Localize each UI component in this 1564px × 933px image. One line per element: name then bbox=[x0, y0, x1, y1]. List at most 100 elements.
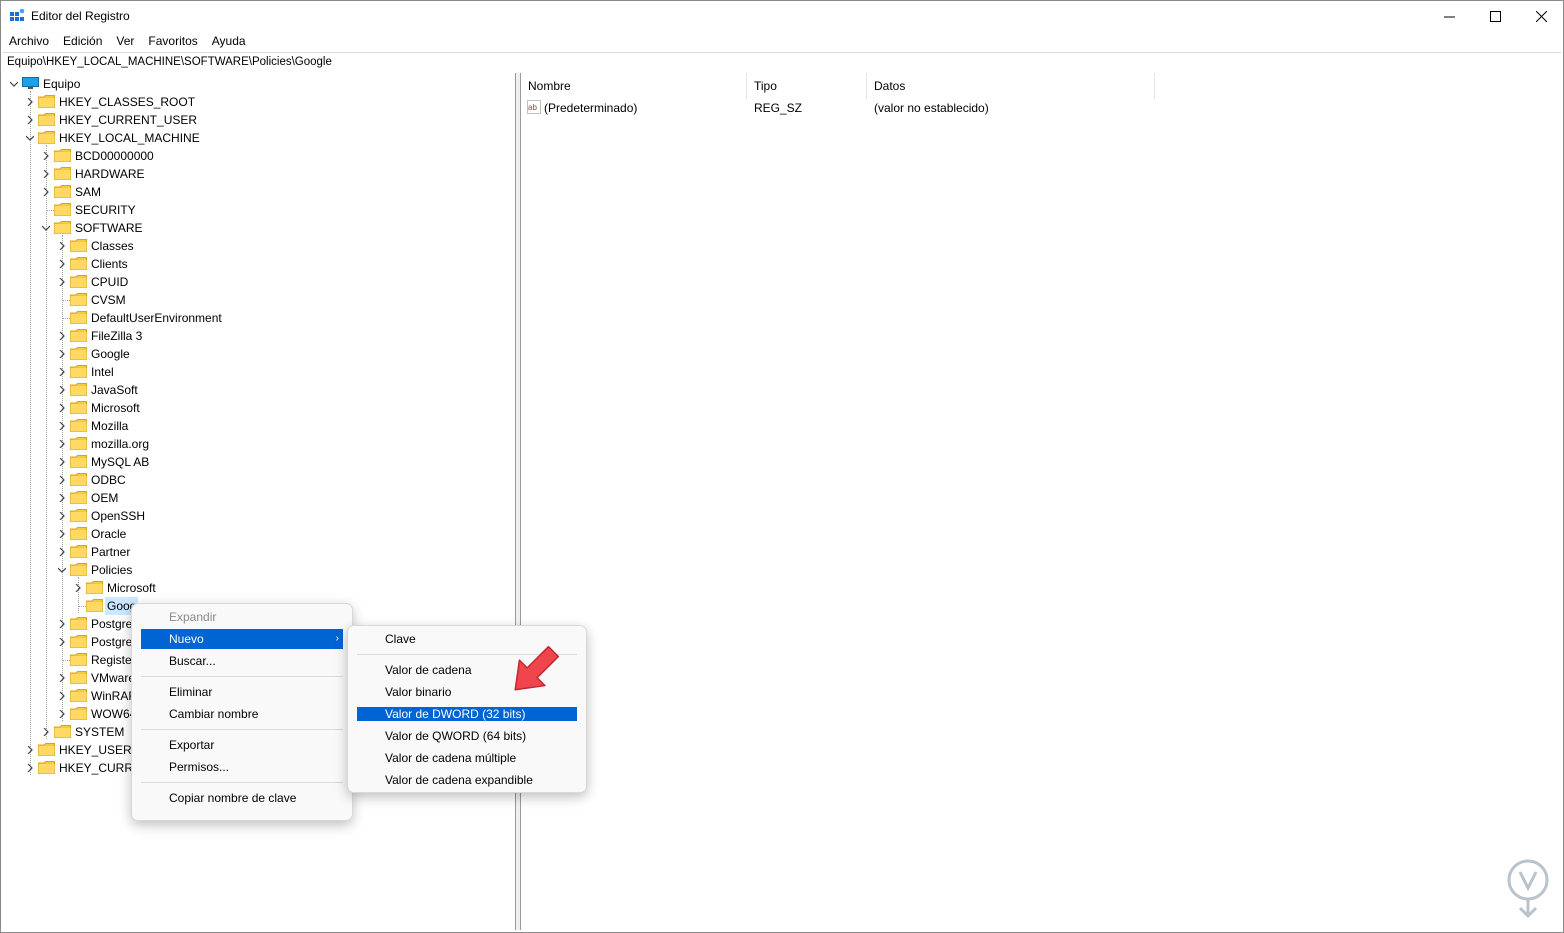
tree-item-software[interactable]: Classes bbox=[3, 237, 513, 255]
chevron-right-icon[interactable] bbox=[56, 327, 68, 345]
chevron-right-icon[interactable] bbox=[56, 273, 68, 291]
tree-item-hklm[interactable]: SAM bbox=[3, 183, 513, 201]
menu-item-expand[interactable]: Expandir bbox=[169, 607, 216, 627]
menu-item-permissions[interactable]: Permisos... bbox=[169, 757, 229, 777]
chevron-right-icon[interactable] bbox=[56, 435, 68, 453]
tree-item-software[interactable]: Policies bbox=[3, 561, 513, 579]
menu-item-delete[interactable]: Eliminar bbox=[169, 682, 212, 702]
chevron-right-icon[interactable] bbox=[56, 345, 68, 363]
tree-item-hklm[interactable]: BCD00000000 bbox=[3, 147, 513, 165]
chevron-right-icon[interactable] bbox=[56, 507, 68, 525]
tree-item-software[interactable]: MySQL AB bbox=[3, 453, 513, 471]
tree-item-label: SYSTEM bbox=[75, 725, 125, 739]
menu-edicion[interactable]: Edición bbox=[55, 32, 102, 52]
chevron-right-icon[interactable] bbox=[24, 759, 36, 777]
tree-item-hklm[interactable]: SOFTWARE bbox=[3, 219, 513, 237]
chevron-right-icon[interactable] bbox=[56, 381, 68, 399]
tree-item-software[interactable]: OpenSSH bbox=[3, 507, 513, 525]
tree-item-software[interactable]: Google bbox=[3, 345, 513, 363]
chevron-right-icon[interactable] bbox=[40, 183, 52, 201]
chevron-down-icon[interactable] bbox=[8, 75, 20, 93]
menu-item-find[interactable]: Buscar... bbox=[169, 651, 216, 671]
tree-item-hklm[interactable]: SECURITY bbox=[3, 201, 513, 219]
submenu-item-binary[interactable]: Valor binario bbox=[385, 682, 451, 702]
tree-item-software[interactable]: DefaultUserEnvironment bbox=[3, 309, 513, 327]
submenu-item-key[interactable]: Clave bbox=[385, 629, 416, 649]
chevron-right-icon[interactable] bbox=[56, 471, 68, 489]
address-bar[interactable]: Equipo\HKEY_LOCAL_MACHINE\SOFTWARE\Polic… bbox=[3, 52, 1561, 74]
tree-item-software[interactable]: Oracle bbox=[3, 525, 513, 543]
close-button[interactable] bbox=[1518, 1, 1564, 32]
column-header-data[interactable]: Datos bbox=[867, 73, 1155, 99]
values-pane[interactable]: Nombre Tipo Datos ab (Predeterminado) RE… bbox=[521, 73, 1562, 930]
tree-item-equipo[interactable]: Equipo bbox=[3, 75, 513, 93]
folder-icon bbox=[70, 275, 87, 288]
chevron-right-icon[interactable] bbox=[56, 687, 68, 705]
chevron-right-icon[interactable] bbox=[56, 399, 68, 417]
tree-item-hkey-classes-root[interactable]: HKEY_CLASSES_ROOT bbox=[3, 93, 513, 111]
menu-ver[interactable]: Ver bbox=[108, 32, 134, 52]
chevron-right-icon[interactable] bbox=[56, 615, 68, 633]
menu-item-rename[interactable]: Cambiar nombre bbox=[169, 704, 258, 724]
tree-item-software[interactable]: OEM bbox=[3, 489, 513, 507]
chevron-down-icon[interactable] bbox=[56, 561, 68, 579]
submenu-item-multi-string[interactable]: Valor de cadena múltiple bbox=[385, 748, 516, 768]
submenu-item-expand-string[interactable]: Valor de cadena expandible bbox=[385, 770, 533, 790]
chevron-right-icon[interactable] bbox=[40, 147, 52, 165]
tree-item-software[interactable]: FileZilla 3 bbox=[3, 327, 513, 345]
tree-item-hkey-current-user[interactable]: HKEY_CURRENT_USER bbox=[3, 111, 513, 129]
menu-archivo[interactable]: Archivo bbox=[1, 32, 49, 52]
tree-item-software[interactable]: Mozilla bbox=[3, 417, 513, 435]
folder-icon bbox=[70, 455, 87, 468]
chevron-right-icon[interactable] bbox=[56, 417, 68, 435]
chevron-right-icon[interactable] bbox=[56, 363, 68, 381]
column-header-type[interactable]: Tipo bbox=[747, 73, 867, 99]
chevron-right-icon[interactable] bbox=[56, 489, 68, 507]
chevron-right-icon[interactable] bbox=[24, 93, 36, 111]
tree-item-software[interactable]: Microsoft bbox=[3, 399, 513, 417]
chevron-right-icon[interactable] bbox=[56, 543, 68, 561]
tree-item-label: HKEY_CURRE bbox=[59, 761, 142, 775]
tree-item-software[interactable]: ODBC bbox=[3, 471, 513, 489]
chevron-right-icon[interactable] bbox=[56, 255, 68, 273]
menu-ayuda[interactable]: Ayuda bbox=[204, 32, 246, 52]
tree-item-label: Intel bbox=[91, 365, 114, 379]
chevron-right-icon[interactable] bbox=[56, 633, 68, 651]
tree-item-label: Mozilla bbox=[91, 419, 129, 433]
tree-item-software[interactable]: JavaSoft bbox=[3, 381, 513, 399]
chevron-right-icon[interactable] bbox=[56, 237, 68, 255]
chevron-right-icon[interactable] bbox=[56, 453, 68, 471]
chevron-right-icon[interactable] bbox=[40, 165, 52, 183]
submenu-item-string[interactable]: Valor de cadena bbox=[385, 660, 472, 680]
chevron-right-icon[interactable] bbox=[72, 579, 84, 597]
chevron-right-icon[interactable] bbox=[56, 525, 68, 543]
submenu-item-dword[interactable]: Valor de DWORD (32 bits) bbox=[357, 707, 577, 721]
tree-item-software[interactable]: mozilla.org bbox=[3, 435, 513, 453]
tree-item-policies-microsoft[interactable]: Microsoft bbox=[3, 579, 513, 597]
menu-favoritos[interactable]: Favoritos bbox=[140, 32, 197, 52]
minimize-icon bbox=[1443, 16, 1455, 18]
tree-item-software[interactable]: CVSM bbox=[3, 291, 513, 309]
tree-item-software[interactable]: Partner bbox=[3, 543, 513, 561]
chevron-right-icon[interactable] bbox=[24, 111, 36, 129]
chevron-down-icon[interactable] bbox=[24, 129, 36, 147]
chevron-right-icon[interactable] bbox=[56, 669, 68, 687]
chevron-right-icon[interactable] bbox=[24, 741, 36, 759]
tree-item-hkey-local-machine[interactable]: HKEY_LOCAL_MACHINE bbox=[3, 129, 513, 147]
menu-item-export[interactable]: Exportar bbox=[169, 735, 214, 755]
menu-item-new[interactable]: Nuevo › bbox=[141, 629, 343, 649]
column-header-name[interactable]: Nombre bbox=[521, 73, 747, 99]
tree-item-software[interactable]: Clients bbox=[3, 255, 513, 273]
address-path: Equipo\HKEY_LOCAL_MACHINE\SOFTWARE\Polic… bbox=[7, 56, 332, 68]
tree-item-hklm[interactable]: HARDWARE bbox=[3, 165, 513, 183]
minimize-button[interactable] bbox=[1426, 1, 1472, 32]
submenu-item-qword[interactable]: Valor de QWORD (64 bits) bbox=[385, 726, 526, 746]
maximize-button[interactable] bbox=[1472, 1, 1518, 32]
menu-item-copy-key-name[interactable]: Copiar nombre de clave bbox=[169, 788, 296, 808]
tree-item-software[interactable]: CPUID bbox=[3, 273, 513, 291]
chevron-right-icon[interactable] bbox=[40, 723, 52, 741]
chevron-down-icon[interactable] bbox=[40, 219, 52, 237]
chevron-right-icon[interactable] bbox=[56, 705, 68, 723]
tree-item-software[interactable]: Intel bbox=[3, 363, 513, 381]
folder-icon bbox=[54, 725, 71, 738]
